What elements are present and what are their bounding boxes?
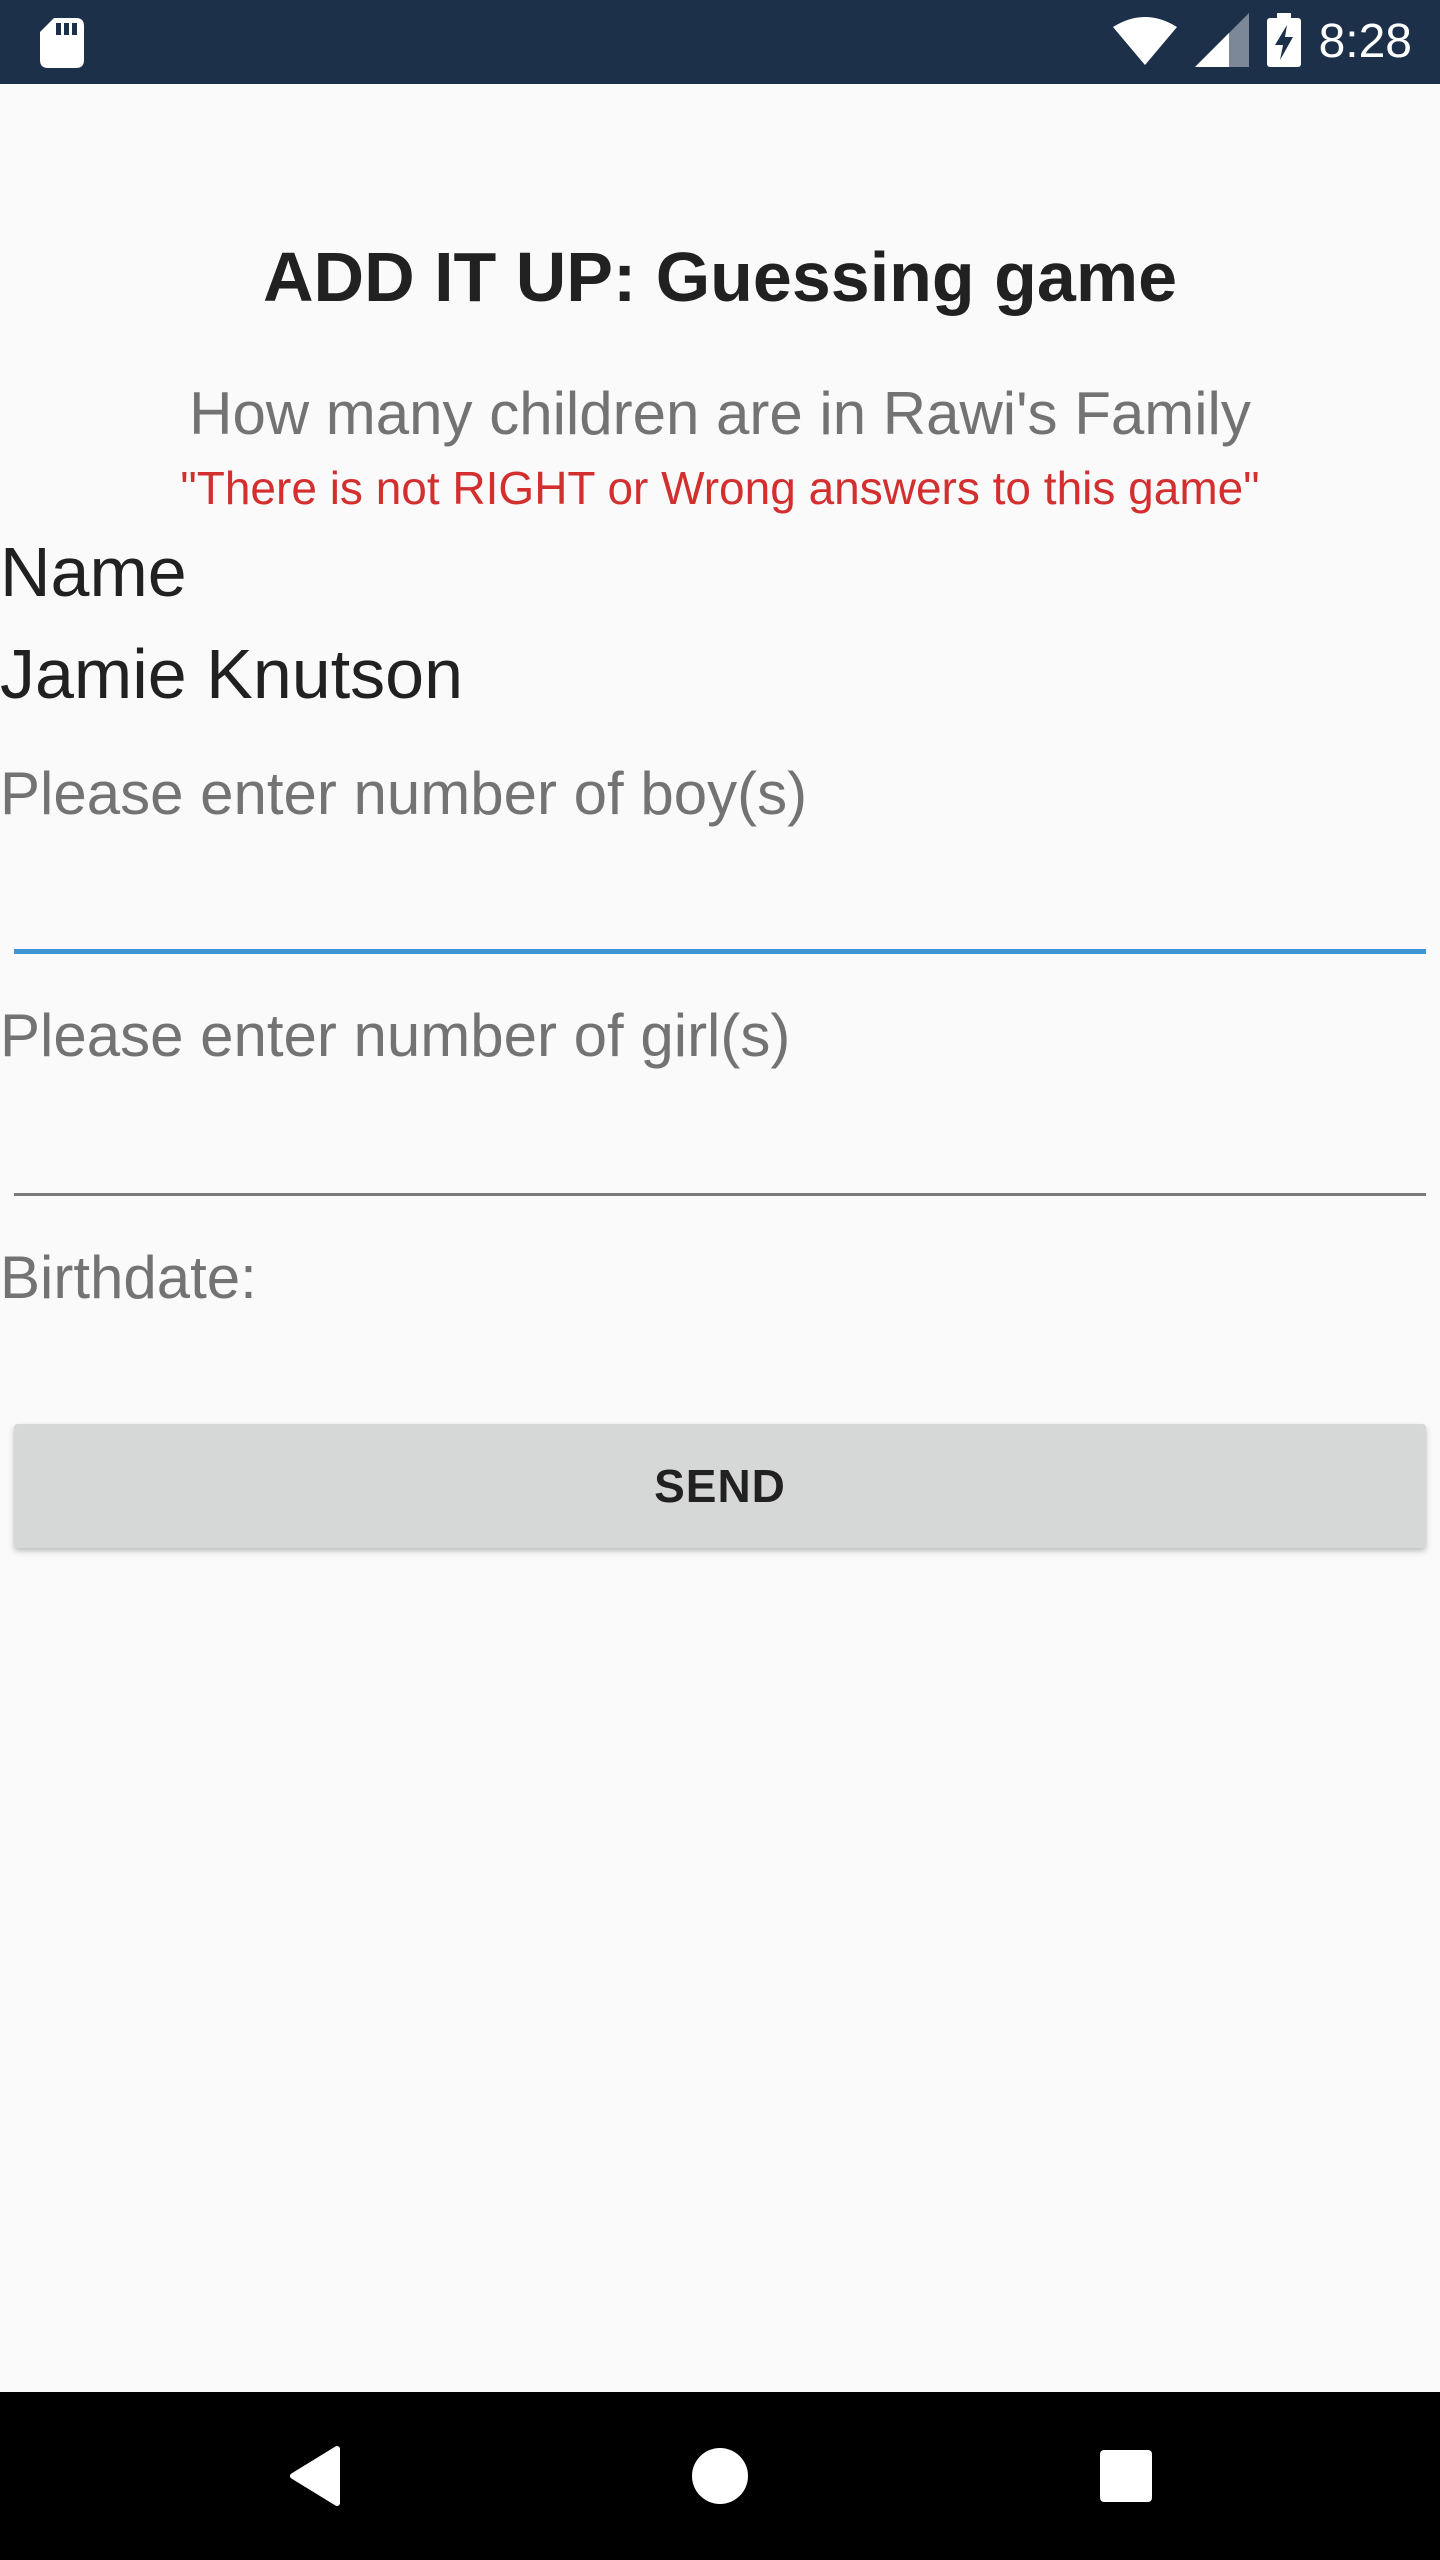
name-label: Name	[0, 533, 187, 611]
birthdate-label: Birthdate:	[0, 1244, 257, 1311]
home-icon[interactable]	[670, 2426, 770, 2526]
signal-icon	[1194, 12, 1249, 72]
boys-label: Please enter number of boy(s)	[0, 760, 808, 827]
girls-label: Please enter number of girl(s)	[0, 1002, 791, 1069]
wifi-icon	[1112, 15, 1177, 70]
main-content: ADD IT UP: Guessing game How many childr…	[0, 84, 1440, 2392]
question-text: How many children are in Rawi's Family	[189, 380, 1251, 447]
back-icon[interactable]	[264, 2426, 364, 2526]
status-icons: 8:28	[1112, 0, 1412, 84]
page-title: ADD IT UP: Guessing game	[262, 238, 1178, 316]
name-value: Jamie Knutson	[0, 635, 464, 713]
status-time: 8:28	[1318, 15, 1412, 68]
disclaimer-note: "There is not RIGHT or Wrong answers to …	[180, 462, 1260, 514]
recents-icon[interactable]	[1076, 2426, 1176, 2526]
battery-charging-icon	[1266, 12, 1301, 72]
sd-card-icon	[40, 18, 84, 68]
boys-count-input[interactable]	[14, 864, 1426, 954]
status-bar: 8:28	[0, 0, 1440, 84]
send-button[interactable]: SEND	[14, 1424, 1426, 1548]
girls-count-input[interactable]	[14, 1106, 1426, 1196]
navigation-bar	[0, 2392, 1440, 2560]
